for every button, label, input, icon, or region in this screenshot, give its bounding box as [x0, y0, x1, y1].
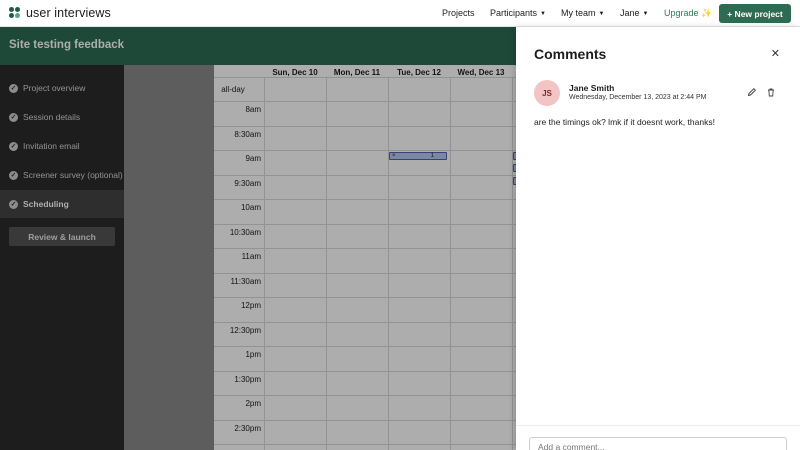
divider — [516, 425, 800, 426]
comment-author: Jane Smith — [569, 83, 615, 93]
modal-backdrop[interactable] — [0, 27, 516, 450]
top-nav: user interviews Projects Participants ▼ M… — [0, 0, 800, 27]
brand-name: user interviews — [26, 6, 111, 20]
nav-my-team[interactable]: My team ▼ — [561, 8, 604, 18]
nav-upgrade[interactable]: Upgrade ✨ — [664, 8, 712, 19]
new-project-button[interactable]: + New project — [719, 4, 791, 23]
nav-projects[interactable]: Projects — [442, 8, 475, 18]
nav-user-menu[interactable]: Jane ▼ — [620, 8, 648, 18]
comment-text: are the timings ok? lmk if it doesnt wor… — [534, 117, 715, 127]
chevron-down-icon: ▼ — [598, 11, 605, 17]
comments-title: Comments — [534, 46, 607, 62]
avatar: JS — [534, 80, 560, 106]
brand-logo[interactable]: user interviews — [9, 6, 111, 20]
chevron-down-icon: ▼ — [642, 11, 649, 17]
close-icon[interactable]: ✕ — [771, 47, 780, 60]
chevron-down-icon: ▼ — [540, 11, 546, 17]
nav-participants[interactable]: Participants ▼ — [490, 8, 546, 18]
logo-icon — [9, 7, 21, 19]
comments-panel: Comments ✕ JS Jane Smith Wednesday, Dece… — [516, 27, 800, 450]
trash-icon[interactable] — [766, 87, 776, 97]
pencil-icon[interactable] — [747, 87, 757, 97]
comment-date: Wednesday, December 13, 2023 at 2:44 PM — [569, 94, 707, 101]
comment-input[interactable] — [529, 437, 787, 450]
